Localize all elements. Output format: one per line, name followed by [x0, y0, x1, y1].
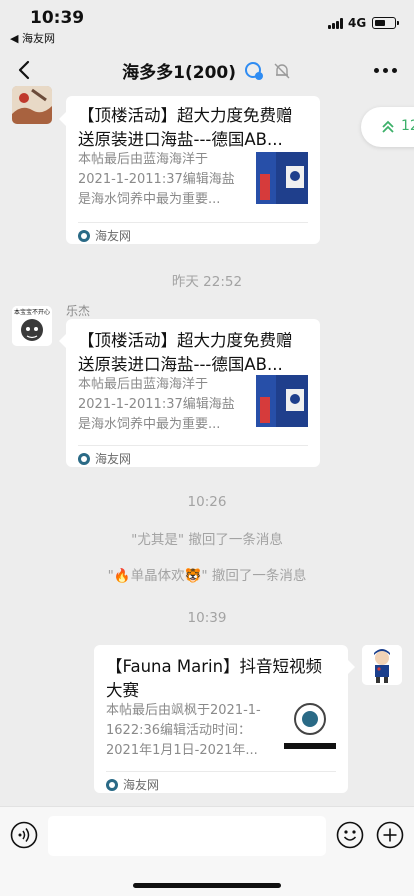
voice-input-icon[interactable] [10, 821, 38, 849]
bubble-tail [59, 112, 66, 126]
recall-notice: "🔥单晶体欢🐯" 撤回了一条消息 [107, 568, 307, 584]
avatar[interactable]: 本宝宝不开心 [12, 306, 52, 346]
card-desc: 本帖最后由蓝海海洋于2021-1-2011:37编辑海盐是海水饲养中最为重要..… [78, 152, 235, 207]
card-thumbnail [256, 375, 308, 427]
bubble-tail [59, 334, 66, 348]
my-avatar[interactable] [362, 645, 402, 685]
chat-title[interactable]: 海多多1(200) [122, 63, 236, 83]
avatar-image [362, 645, 402, 685]
signal-icon [328, 18, 344, 29]
back-to-app-link[interactable]: ◀ 海友网 [10, 30, 55, 46]
card-source: 海友网 [78, 227, 131, 244]
card-desc: 本帖最后由飒枫于2021-1-1622:36编辑活动时间：2021年1月1日-2… [106, 703, 261, 758]
status-time: 10:39 [30, 8, 85, 28]
battery-icon [372, 17, 399, 29]
status-bar: 10:39 ◀ 海友网 4G [0, 0, 414, 46]
group-chat-icon [244, 61, 263, 80]
card-desc: 本帖最后由蓝海海洋于2021-1-2011:37编辑海盐是海水饲养中最为重要..… [78, 377, 235, 432]
card-thumbnail [284, 697, 336, 749]
avatar[interactable] [12, 86, 52, 124]
avatar-caption: 本宝宝不开心 [13, 309, 50, 316]
message-input[interactable] [48, 816, 326, 856]
unread-messages-pill[interactable]: 12 [361, 107, 414, 147]
network-type: 4G [348, 16, 367, 30]
site-logo-icon [78, 230, 90, 242]
link-card[interactable]: 【Fauna Marin】抖音短视频大赛 本帖最后由飒枫于2021-1-1622… [94, 645, 348, 793]
avatar-image [12, 86, 52, 124]
timestamp: 昨天 22:52 [171, 274, 243, 290]
link-card[interactable]: 【顶楼活动】超大力度免费赠送原装进口海盐---德国AB... 本帖最后由蓝海海洋… [66, 319, 320, 467]
more-options-icon[interactable] [374, 68, 398, 74]
timestamp: 10:39 [187, 610, 227, 626]
card-source: 海友网 [106, 776, 159, 793]
card-source: 海友网 [78, 450, 131, 467]
card-title: 【Fauna Marin】抖音短视频大赛 [106, 657, 323, 700]
plus-icon[interactable] [376, 821, 404, 849]
card-divider [78, 222, 308, 223]
chat-nav-bar: 海多多1(200) [0, 46, 414, 94]
site-logo-icon [106, 779, 118, 791]
bubble-tail [348, 660, 355, 674]
unread-count: 12 [401, 118, 414, 134]
card-title: 【顶楼活动】超大力度免费赠送原装进口海盐---德国AB... [78, 331, 293, 374]
home-indicator [133, 883, 281, 888]
card-source-label: 海友网 [95, 452, 132, 466]
card-source-label: 海友网 [95, 229, 132, 243]
link-card[interactable]: 【顶楼活动】超大力度免费赠送原装进口海盐---德国AB... 本帖最后由蓝海海洋… [66, 96, 320, 244]
card-divider [78, 445, 308, 446]
double-chevron-up-icon [382, 120, 394, 133]
recall-notice: "尤其是" 撤回了一条消息 [131, 532, 283, 548]
sender-name: 乐杰 [66, 304, 91, 318]
card-title: 【顶楼活动】超大力度免费赠送原装进口海盐---德国AB... [78, 106, 293, 149]
card-divider [106, 771, 336, 772]
mute-bell-icon [274, 63, 290, 78]
site-logo-icon [78, 453, 90, 465]
timestamp: 10:26 [187, 494, 227, 510]
card-thumbnail [256, 152, 308, 204]
emoji-icon[interactable] [336, 821, 364, 849]
card-source-label: 海友网 [123, 778, 160, 792]
